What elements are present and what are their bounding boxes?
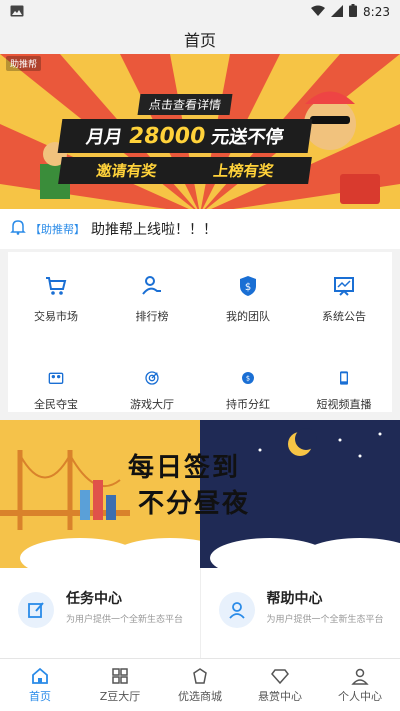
task-center-title: 任务中心	[66, 591, 122, 607]
banner-text: 点击查看详情 月月 28000 元送不停 邀请有奖 上榜有奖	[57, 94, 313, 184]
feature-grid: 交易市场 排行榜 $ 我的团队 系统公告 全民夺宝 游戏大厅 $ 持币分红 短视…	[8, 252, 392, 412]
banner-tag-rank: 上榜有奖	[212, 162, 275, 180]
signal-icon	[331, 4, 344, 20]
tab-bounty[interactable]: 悬赏中心	[240, 659, 320, 711]
help-center-desc: 为用户提供一个全新生态平台	[266, 615, 384, 625]
tab-profile[interactable]: 个人中心	[320, 659, 400, 711]
tab-shop[interactable]: 优选商城	[160, 659, 240, 711]
status-bar: 8:23	[0, 0, 400, 24]
tab-label: Z豆大厅	[99, 689, 141, 703]
phone-video-icon	[340, 371, 348, 385]
banner-subtitle: 点击查看详情	[137, 94, 233, 115]
ranking-icon	[142, 276, 161, 295]
red-envelope	[340, 174, 380, 204]
banner-suffix: 元送不停	[209, 127, 285, 148]
grid-item-label: 排行榜	[135, 310, 169, 323]
tab-label: 首页	[29, 689, 51, 703]
target-icon	[145, 371, 159, 385]
svg-text:$: $	[245, 282, 251, 293]
grid-item-label: 交易市场	[34, 310, 78, 323]
grid-item-market[interactable]: 交易市场	[8, 252, 104, 348]
notice-tag: 【助推帮】	[30, 223, 85, 236]
shop-icon	[193, 667, 207, 684]
grid-item-video[interactable]: 短视频直播	[296, 348, 392, 412]
help-center-card[interactable]: 帮助中心 为用户提供一个全新生态平台	[201, 568, 400, 658]
notice-message: 助推帮上线啦！！！	[91, 222, 217, 238]
people-treasure-icon	[48, 372, 64, 384]
banner-prefix: 月月	[84, 127, 124, 148]
cart-icon	[46, 277, 67, 295]
checkin-line1: 每日签到	[128, 453, 241, 483]
checkin-line2: 不分昼夜	[138, 489, 251, 520]
team-shield-icon: $	[240, 276, 256, 296]
coin-exchange-icon: $	[242, 372, 254, 384]
bell-icon	[10, 219, 26, 239]
grid-icon	[112, 667, 128, 684]
help-center-title: 帮助中心	[266, 591, 323, 607]
grid-item-dividend[interactable]: $ 持币分红	[200, 348, 296, 412]
grid-item-label: 我的团队	[226, 310, 270, 323]
banner-tags: 邀请有奖 上榜有奖	[58, 157, 312, 184]
tab-home[interactable]: 首页	[0, 659, 80, 711]
tab-label: 个人中心	[338, 689, 382, 703]
tab-zbean-hall[interactable]: Z豆大厅	[80, 659, 160, 711]
diamond-icon	[271, 668, 289, 684]
battery-icon	[349, 4, 358, 20]
grid-item-games[interactable]: 游戏大厅	[104, 348, 200, 412]
grid-item-team[interactable]: $ 我的团队	[200, 252, 296, 348]
notice-bar[interactable]: 【助推帮】 助推帮上线啦！！！	[0, 209, 400, 249]
grid-item-label: 持币分红	[226, 398, 270, 411]
banner-tag-invite: 邀请有奖	[95, 162, 158, 180]
service-cards: 任务中心 为用户提供一个全新生态平台 帮助中心 为用户提供一个全新生态平台	[0, 568, 400, 658]
help-user-icon	[218, 592, 255, 628]
promo-banner[interactable]: 助推帮 点击查看详情 月月 28000 元送不停 邀请有奖 上榜有奖	[0, 54, 400, 209]
status-time: 8:23	[363, 5, 390, 19]
grid-item-label: 短视频直播	[316, 398, 372, 411]
grid-item-label: 全民夺宝	[34, 398, 78, 411]
page-header: 首页	[0, 24, 400, 54]
grid-item-treasure[interactable]: 全民夺宝	[8, 348, 104, 412]
task-edit-icon	[18, 592, 54, 628]
wifi-icon	[311, 5, 326, 20]
grid-item-label: 游戏大厅	[130, 398, 174, 411]
daily-checkin-banner[interactable]: 每日签到 不分昼夜	[0, 420, 400, 568]
bottom-tab-bar: 首页 Z豆大厅 优选商城 悬赏中心 个人中心	[0, 658, 400, 711]
checkin-slogan: 每日签到 不分昼夜	[128, 450, 250, 523]
grid-item-announcement[interactable]: 系统公告	[296, 252, 392, 348]
banner-headline: 月月 28000 元送不停	[57, 119, 313, 153]
grid-item-label: 系统公告	[322, 310, 366, 323]
task-center-card[interactable]: 任务中心 为用户提供一个全新生态平台	[0, 568, 201, 658]
image-notification-icon	[10, 5, 24, 20]
person-icon	[351, 668, 369, 685]
tab-label: 悬赏中心	[258, 689, 302, 703]
banner-amount: 28000	[126, 124, 207, 149]
banner-app-label: 助推帮	[6, 56, 42, 71]
svg-text:$: $	[246, 375, 250, 383]
grid-item-ranking[interactable]: 排行榜	[104, 252, 200, 348]
tab-label: 优选商城	[178, 689, 222, 703]
home-icon	[32, 667, 48, 684]
page-title: 首页	[183, 31, 216, 50]
task-center-desc: 为用户提供一个全新生态平台	[66, 615, 184, 625]
announcement-board-icon	[334, 277, 354, 296]
